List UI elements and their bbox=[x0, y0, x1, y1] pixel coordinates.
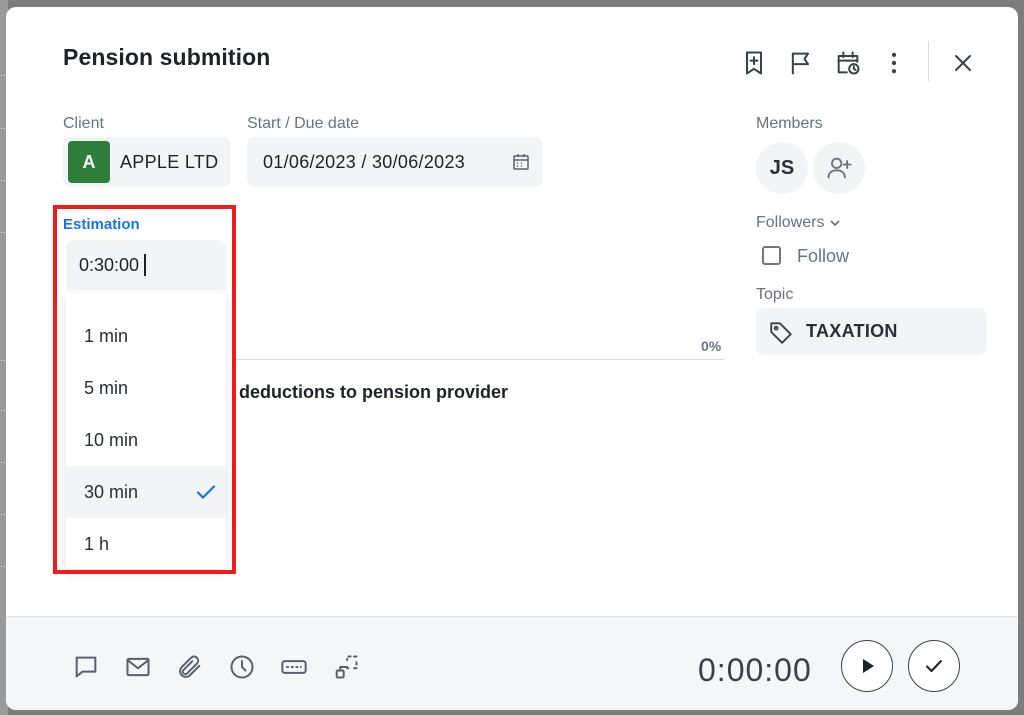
follow-label[interactable]: Follow bbox=[797, 246, 849, 267]
client-name: APPLE LTD bbox=[120, 151, 219, 172]
topic-selector[interactable]: TAXATION bbox=[756, 308, 987, 355]
complete-task-button[interactable] bbox=[908, 640, 960, 692]
modal-footer: 0:00:00 bbox=[6, 616, 1018, 710]
comment-icon[interactable] bbox=[70, 651, 102, 683]
attachment-icon[interactable] bbox=[174, 651, 206, 683]
task-title[interactable]: Pension submition bbox=[63, 44, 270, 71]
header-divider bbox=[928, 41, 929, 81]
check-icon bbox=[926, 660, 942, 672]
keyboard-icon[interactable] bbox=[278, 651, 310, 683]
flag-icon[interactable] bbox=[783, 45, 819, 81]
task-modal: Pension submition Client A APPLE LTD Sta… bbox=[6, 7, 1018, 710]
calendar-clock-icon[interactable] bbox=[830, 45, 866, 81]
topic-value: TAXATION bbox=[806, 321, 898, 341]
progress-bar bbox=[236, 359, 724, 360]
subtask-icon[interactable] bbox=[330, 651, 362, 683]
topic-label: Topic bbox=[756, 286, 794, 303]
client-selector[interactable]: A APPLE LTD bbox=[63, 137, 231, 187]
calendar-icon bbox=[513, 154, 529, 170]
close-icon[interactable] bbox=[945, 45, 981, 81]
timer-display: 0:00:00 bbox=[698, 652, 812, 688]
chevron-down-icon bbox=[830, 220, 841, 227]
follow-checkbox[interactable] bbox=[762, 246, 781, 265]
followers-toggle[interactable]: Followers bbox=[756, 214, 842, 232]
start-timer-button[interactable] bbox=[841, 640, 893, 692]
date-label: Start / Due date bbox=[247, 115, 360, 132]
member-avatar[interactable]: JS bbox=[756, 142, 808, 194]
task-description[interactable]: deductions to pension provider bbox=[239, 382, 508, 403]
add-member-button[interactable] bbox=[813, 142, 865, 194]
tag-icon bbox=[770, 321, 792, 344]
bookmark-add-icon[interactable] bbox=[736, 45, 772, 81]
members-label: Members bbox=[756, 115, 823, 132]
date-range-value: 01/06/2023 / 30/06/2023 bbox=[263, 151, 466, 172]
date-range-picker[interactable]: 01/06/2023 / 30/06/2023 bbox=[247, 137, 543, 187]
more-vertical-icon[interactable] bbox=[876, 45, 912, 81]
annotation-highlight-box bbox=[53, 205, 236, 574]
mail-icon[interactable] bbox=[122, 651, 154, 683]
client-label: Client bbox=[63, 115, 104, 132]
client-avatar: A bbox=[68, 141, 110, 183]
followers-label: Followers bbox=[756, 214, 825, 231]
play-icon bbox=[863, 659, 874, 673]
add-user-icon bbox=[827, 157, 852, 179]
clock-icon[interactable] bbox=[226, 651, 258, 683]
progress-percent: 0% bbox=[701, 338, 722, 354]
